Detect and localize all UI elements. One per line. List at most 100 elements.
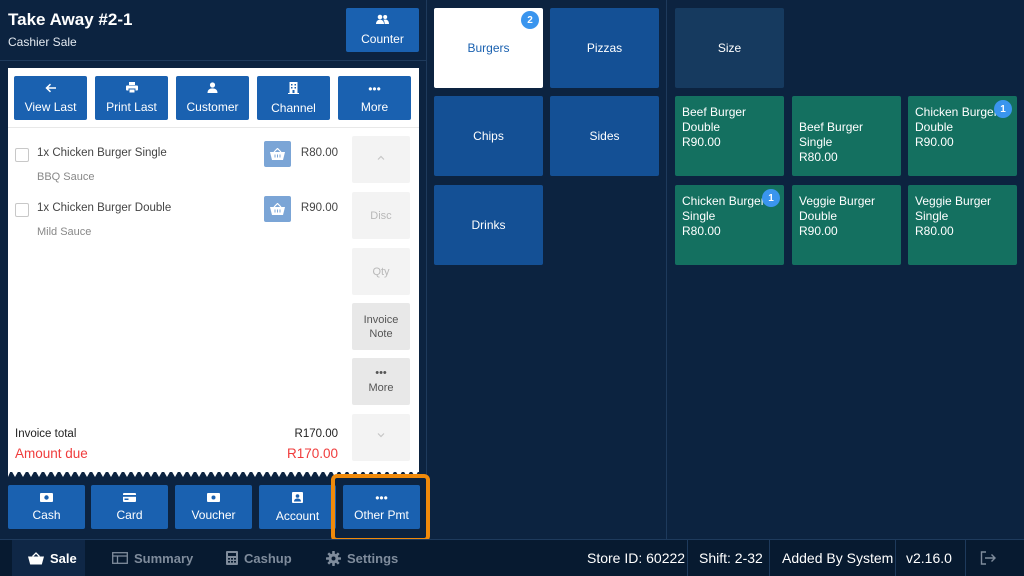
highlight-outline: [331, 474, 430, 542]
item-modifier: BBQ Sauce: [37, 171, 95, 183]
category-sides[interactable]: Sides: [550, 96, 659, 176]
amount-due-value: R170.00: [286, 446, 338, 461]
amount-due-label: Amount due: [15, 446, 88, 461]
more-toolbar-label: More: [360, 99, 389, 114]
product-price: R80.00: [799, 150, 838, 164]
product-name-line2: Double: [799, 209, 838, 223]
product-price: R80.00: [682, 224, 721, 238]
product-tile[interactable]: Veggie Burger Single R80.00: [908, 185, 1017, 265]
product-tile[interactable]: Beef Burger Single R80.00: [792, 96, 901, 176]
voucher-icon: [207, 492, 220, 503]
disc-button[interactable]: Disc: [352, 192, 410, 239]
category-count-badge: 2: [521, 11, 539, 29]
scroll-down-button[interactable]: [352, 414, 410, 461]
view-last-button[interactable]: View Last: [14, 76, 87, 120]
added-by: Added By System: [782, 550, 894, 566]
nav-summary[interactable]: Summary: [112, 540, 193, 576]
ellipsis-icon: •••: [368, 81, 381, 96]
channel-label: Channel: [271, 100, 316, 115]
product-price: R90.00: [799, 224, 838, 238]
basket-icon: [28, 551, 44, 565]
category-drinks[interactable]: Drinks: [434, 185, 543, 265]
cash-label: Cash: [32, 507, 61, 522]
basket-icon[interactable]: [264, 141, 291, 167]
product-name-line2: Double: [915, 120, 954, 134]
order-line-item[interactable]: 1x Chicken Burger Double Mild Sauce R90.…: [8, 196, 348, 248]
product-price: R90.00: [915, 135, 954, 149]
printer-icon: [125, 82, 138, 95]
arrow-left-icon: [44, 83, 57, 95]
chevron-down-icon: [377, 431, 385, 440]
item-checkbox[interactable]: [15, 203, 29, 217]
product-count-badge: 1: [994, 100, 1012, 118]
product-tile[interactable]: Beef Burger Double R90.00: [675, 96, 784, 176]
product-tile[interactable]: Veggie Burger Double R90.00: [792, 185, 901, 265]
size-filter[interactable]: Size: [675, 8, 784, 88]
card-button[interactable]: Card: [91, 485, 168, 529]
order-line-item[interactable]: 1x Chicken Burger Single BBQ Sauce R80.0…: [8, 141, 348, 193]
customer-label: Customer: [186, 100, 239, 114]
size-label: Size: [717, 41, 742, 55]
nav-settings[interactable]: Settings: [326, 540, 398, 576]
status-divider: [895, 540, 896, 576]
category-label: Chips: [473, 129, 504, 143]
product-name: Veggie Burger: [915, 194, 992, 208]
product-name: Beef Burger: [682, 105, 747, 119]
invoice-note-button[interactable]: Invoice Note: [352, 303, 410, 350]
more-side-button[interactable]: ••• More: [352, 358, 410, 405]
nav-settings-label: Settings: [347, 550, 399, 566]
invoice-total-value: R170.00: [294, 428, 338, 440]
product-price: R80.00: [915, 224, 954, 238]
voucher-label: Voucher: [191, 507, 236, 522]
gear-icon: [326, 550, 341, 566]
product-name: Veggie Burger: [799, 194, 876, 208]
shift-id: Shift: 2-32: [699, 550, 763, 566]
category-chips[interactable]: Chips: [434, 96, 543, 176]
account-button[interactable]: Account: [259, 485, 336, 529]
cash-icon: [40, 492, 53, 503]
item-name: 1x Chicken Burger Double: [37, 202, 172, 214]
product-name-line2: Single: [682, 209, 716, 223]
nav-sale[interactable]: Sale: [12, 540, 85, 576]
channel-button[interactable]: Channel: [257, 76, 330, 120]
category-pizzas[interactable]: Pizzas: [550, 8, 659, 88]
print-last-label: Print Last: [106, 100, 157, 114]
account-label: Account: [275, 508, 320, 523]
counter-label: Counter: [361, 32, 404, 46]
toolbar-divider: [8, 127, 419, 128]
product-name: Beef Burger Single: [799, 120, 864, 149]
more-side-label: More: [368, 382, 394, 394]
qty-button[interactable]: Qty: [352, 248, 410, 295]
product-count-badge: 1: [762, 189, 780, 207]
nav-cashup-label: Cashup: [244, 550, 292, 566]
print-last-button[interactable]: Print Last: [95, 76, 168, 120]
calculator-icon: [226, 551, 238, 565]
header-divider: [0, 60, 427, 61]
invoice-note-label: Invoice: [363, 313, 399, 326]
logout-icon[interactable]: [980, 540, 996, 576]
bottom-bar: Sale Summary Cashup Settings Store ID: 6…: [0, 539, 1024, 576]
cash-button[interactable]: Cash: [8, 485, 85, 529]
invoice-note-label-line2: Note: [369, 327, 393, 340]
status-divider: [687, 540, 688, 576]
more-toolbar-button[interactable]: ••• More: [338, 76, 411, 120]
voucher-button[interactable]: Voucher: [175, 485, 252, 529]
view-last-label: View Last: [24, 99, 77, 114]
item-checkbox[interactable]: [15, 148, 29, 162]
status-divider: [965, 540, 966, 576]
category-label: Burgers: [467, 41, 510, 55]
customer-button[interactable]: Customer: [176, 76, 249, 120]
scroll-up-button[interactable]: [352, 136, 410, 183]
invoice-toolbar: View Last Print Last Customer Channel ••…: [14, 76, 411, 120]
chevron-up-icon: [377, 153, 385, 162]
invoice-total-label: Invoice total: [15, 428, 77, 440]
invoice-panel: View Last Print Last Customer Channel ••…: [8, 68, 419, 472]
nav-cashup[interactable]: Cashup: [226, 540, 292, 576]
product-name-line2: Single: [915, 209, 949, 223]
category-label: Drinks: [471, 218, 506, 232]
counter-button[interactable]: Counter: [346, 8, 419, 52]
app-version: v2.16.0: [906, 550, 952, 566]
account-icon: [292, 491, 303, 504]
basket-icon[interactable]: [264, 196, 291, 222]
item-price: R80.00: [300, 147, 338, 159]
